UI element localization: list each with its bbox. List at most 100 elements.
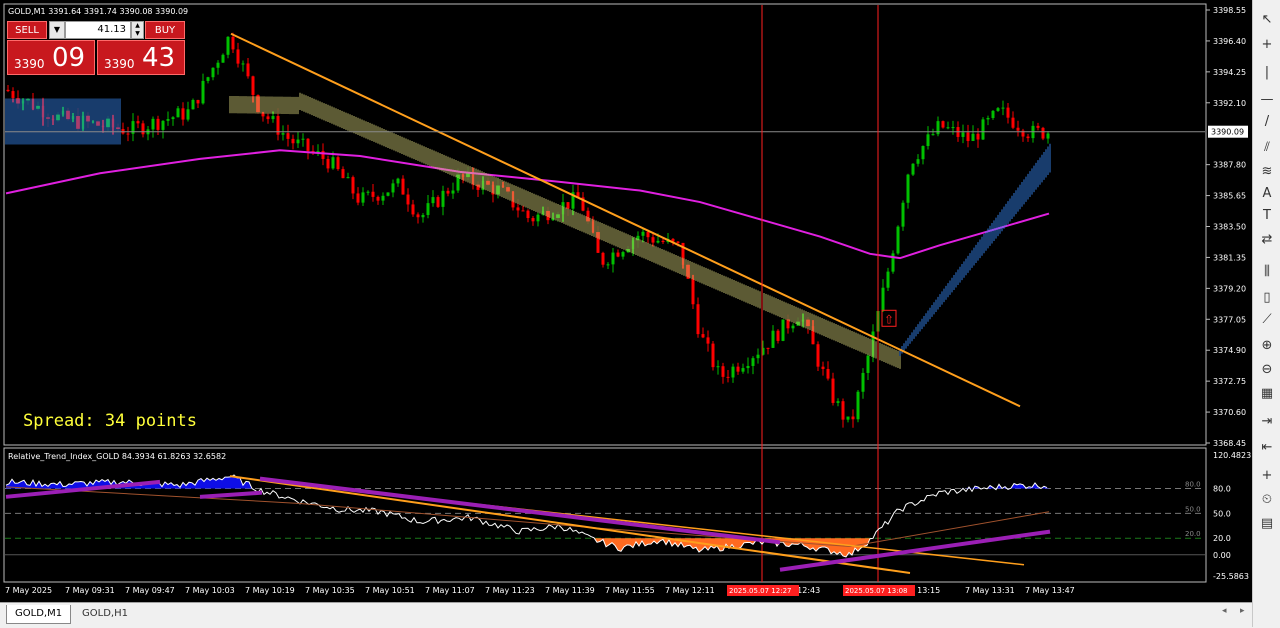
price-chart[interactable]: 3398.55 3396.40 3394.25 3392.10 3387.80 3385.…: [0, 0, 1252, 602]
candle-body: [786, 319, 790, 329]
ask-price-button[interactable]: 3390 43: [97, 40, 185, 75]
bid-price-button[interactable]: 3390 09: [7, 40, 95, 75]
time-axis-label: 7 May 10:35: [305, 586, 355, 595]
candle-body: [266, 116, 270, 120]
volume-spinner[interactable]: ▲ ▼: [131, 21, 144, 39]
candle-body: [366, 191, 370, 193]
candle-body: [1001, 107, 1005, 109]
candle-body: [966, 132, 970, 142]
candle-body: [151, 118, 155, 130]
candle-body: [381, 195, 385, 201]
candle-body: [826, 369, 830, 379]
fibonacci-icon[interactable]: ≋: [1257, 162, 1277, 182]
candle-body: [616, 252, 620, 257]
candle-body: [316, 150, 320, 152]
candle-body: [406, 194, 410, 205]
candle-body: [901, 202, 905, 227]
candle-body: [211, 67, 215, 78]
candle-body: [731, 366, 735, 378]
indicators-icon[interactable]: +: [1257, 466, 1277, 486]
drawing-toolbar: ↖ + | — / ⫽ ≋ A T ⇄ ⫼ ▯ ⟋ ⊕ ⊖ ▦ ⇥ ⇤ + ⏲ ▤: [1252, 0, 1280, 627]
autoscroll-icon[interactable]: ⇥: [1257, 412, 1277, 432]
price-axis-label: 3372.75: [1213, 377, 1246, 386]
vertical-line-icon[interactable]: |: [1257, 63, 1277, 83]
one-click-trading-panel: SELL ▼ 41.13 ▲ ▼ BUY 3390 09 3390 43: [7, 21, 185, 75]
candle-body: [691, 278, 695, 305]
text-icon[interactable]: A: [1257, 184, 1277, 204]
time-axis-label: 7 May 13:31: [965, 586, 1015, 595]
zoom-in-icon[interactable]: ⊕: [1257, 336, 1277, 356]
price-axis-label: 3381.35: [1213, 253, 1246, 262]
volume-dropdown[interactable]: ▼: [49, 21, 65, 39]
channel-icon[interactable]: ⫽: [1257, 138, 1277, 158]
tile-windows-icon[interactable]: ▦: [1257, 384, 1277, 404]
candle-body: [736, 366, 740, 372]
candle-body: [606, 264, 610, 266]
arrows-icon[interactable]: ⇄: [1257, 230, 1277, 250]
candle-body: [171, 117, 175, 120]
candle-body: [651, 237, 655, 243]
periods-icon[interactable]: ⏲: [1257, 490, 1277, 510]
candle-body: [1016, 127, 1020, 131]
tab-gold-m1[interactable]: GOLD,M1: [6, 605, 72, 624]
candle-body: [186, 109, 190, 120]
candle-body: [926, 134, 930, 147]
scroll-right-icon[interactable]: ▸: [1240, 606, 1245, 616]
candle-body: [161, 120, 165, 130]
candle-body: [431, 197, 435, 204]
chart-title: GOLD,M1 3391.64 3391.74 3390.08 3390.09: [8, 7, 189, 16]
price-axis-label: 3379.20: [1213, 284, 1246, 293]
candle-body: [771, 330, 775, 348]
label-icon[interactable]: T: [1257, 206, 1277, 226]
horizontal-line-icon[interactable]: —: [1257, 90, 1277, 110]
candle-body: [441, 190, 445, 207]
indicator-axis-label: 120.4823: [1213, 451, 1251, 460]
candle-body: [1026, 136, 1030, 139]
buy-button[interactable]: BUY: [145, 21, 185, 39]
ask-price-small: 3390: [104, 57, 135, 71]
candle-body: [661, 240, 665, 243]
chart-shift-icon[interactable]: ⇤: [1257, 438, 1277, 458]
crosshair-icon[interactable]: +: [1257, 35, 1277, 55]
level-80-label: 80.0: [1185, 481, 1201, 489]
candle-body: [141, 123, 145, 135]
level-20-label: 20.0: [1185, 530, 1201, 538]
time-axis-label: 7 May 11:39: [545, 586, 595, 595]
candle-body: [946, 127, 950, 129]
candle-body: [136, 121, 140, 124]
trendline-icon[interactable]: /: [1257, 112, 1277, 132]
time-axis-label: 7 May 10:51: [365, 586, 415, 595]
zoom-out-icon[interactable]: ⊖: [1257, 360, 1277, 380]
candlestick-icon[interactable]: ▯: [1257, 288, 1277, 308]
cursor-icon[interactable]: ↖: [1257, 10, 1277, 30]
indicator-axis-label: 0.00: [1213, 551, 1231, 560]
tab-gold-h1[interactable]: GOLD,H1: [74, 605, 136, 623]
bar-chart-icon[interactable]: ⫼: [1257, 262, 1277, 282]
line-chart-icon[interactable]: ⟋: [1257, 310, 1277, 330]
candle-body: [521, 210, 525, 212]
candle-body: [536, 214, 540, 222]
candle-body: [741, 368, 745, 372]
price-axis-label: 3370.60: [1213, 408, 1246, 417]
candle-body: [526, 210, 530, 219]
scroll-left-icon[interactable]: ◂: [1222, 606, 1227, 616]
sell-button[interactable]: SELL: [7, 21, 47, 39]
volume-input[interactable]: 41.13: [65, 21, 131, 39]
candle-body: [291, 138, 295, 144]
candle-body: [976, 133, 980, 140]
chart-window[interactable]: 3398.55 3396.40 3394.25 3392.10 3387.80 3385.…: [0, 0, 1252, 602]
candle-body: [711, 343, 715, 368]
candle-body: [1006, 107, 1010, 118]
candle-body: [696, 304, 700, 335]
candle-body: [726, 376, 730, 378]
candle-body: [641, 231, 645, 236]
candle-body: [416, 214, 420, 218]
candle-body: [701, 334, 705, 338]
candle-body: [996, 108, 1000, 111]
candle-body: [436, 197, 440, 207]
indicator-frame: [3, 447, 1207, 583]
candle-body: [271, 116, 275, 120]
candle-body: [971, 133, 975, 142]
candle-body: [906, 174, 910, 203]
templates-icon[interactable]: ▤: [1257, 514, 1277, 534]
